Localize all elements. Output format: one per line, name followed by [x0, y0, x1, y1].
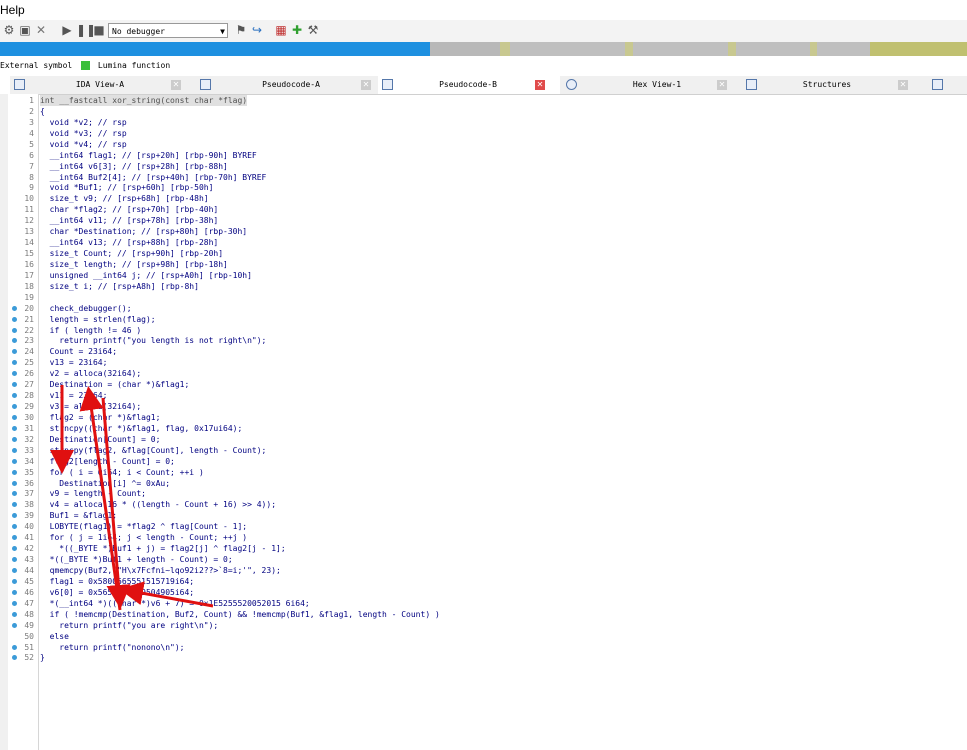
red-arrow-annotations — [50, 385, 214, 611]
arrow-v6-to-flag1 — [119, 581, 214, 608]
